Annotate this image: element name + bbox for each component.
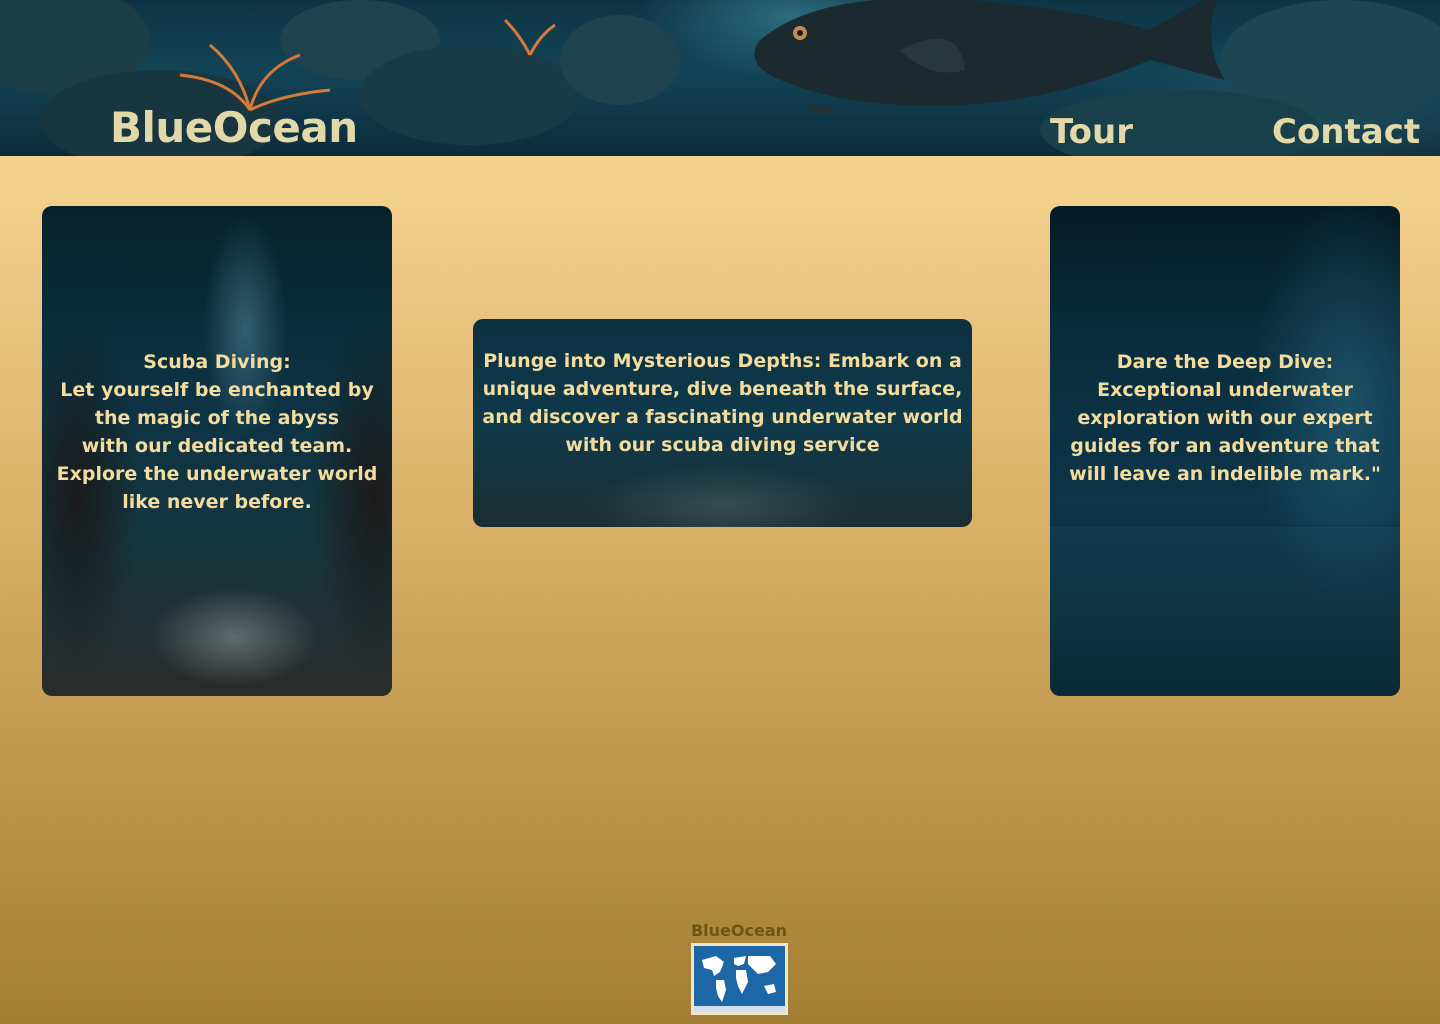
brand-logo[interactable]: BlueOcean [110, 102, 358, 154]
nav-tour-link[interactable]: Tour [1050, 110, 1133, 154]
card-lower-panel [1050, 525, 1400, 696]
world-map-icon[interactable] [691, 943, 788, 1015]
footer-brand: BlueOcean [690, 921, 788, 940]
card-mysterious-depths-text: Plunge into Mysterious Depths: Embark on… [482, 350, 963, 456]
card-deep-dive: Dare the Deep Dive: Exceptional underwat… [1050, 206, 1400, 696]
site-header: BlueOcean Tour Contact [0, 0, 1440, 156]
card-deep-dive-text: Dare the Deep Dive: Exceptional underwat… [1069, 351, 1381, 485]
card-scuba-diving-text: Scuba Diving: Let yourself be enchanted … [56, 351, 378, 513]
card-scuba-diving: Scuba Diving: Let yourself be enchanted … [42, 206, 392, 696]
nav-contact-link[interactable]: Contact [1272, 110, 1420, 154]
card-mysterious-depths: Plunge into Mysterious Depths: Embark on… [473, 319, 972, 527]
world-map-image [694, 946, 785, 1012]
